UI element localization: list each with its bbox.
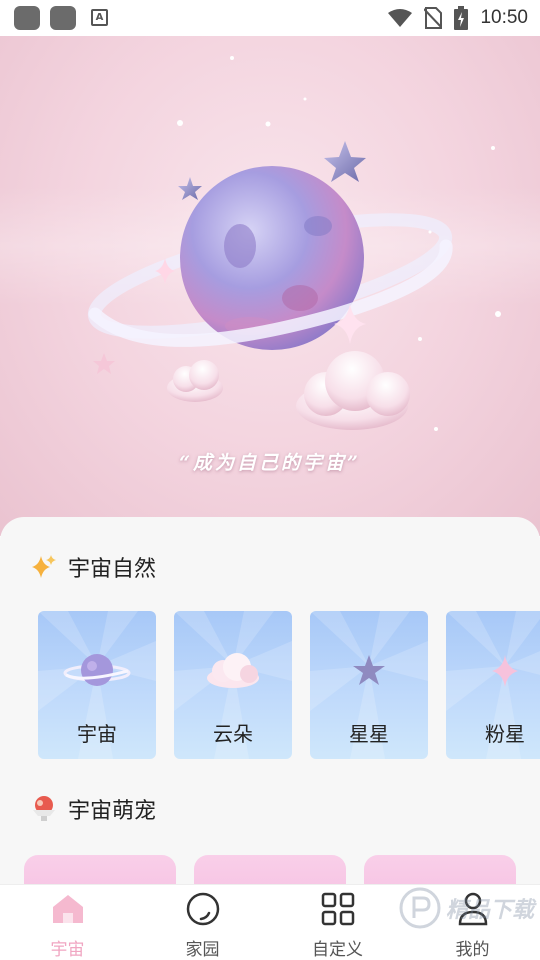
app-notification-icon <box>14 6 40 30</box>
card-cloud[interactable]: 云朵 <box>174 611 292 759</box>
tab-profile[interactable]: 我的 <box>405 885 540 960</box>
sparkle-icon <box>32 555 56 578</box>
card-label: 粉星 <box>485 722 525 746</box>
card-universe[interactable]: 宇宙 <box>38 611 156 759</box>
nature-cards-row: 宇宙 云朵 星星 粉星 <box>38 611 540 759</box>
tab-label: 我的 <box>455 940 490 960</box>
wifi-icon <box>388 9 413 27</box>
star <box>324 141 366 182</box>
cloud-icon <box>207 653 259 688</box>
cloud <box>296 351 410 430</box>
card-star[interactable]: 星星 <box>310 611 428 759</box>
shaved-ice-icon <box>33 796 55 821</box>
tab-customize[interactable]: 自定义 <box>270 885 405 960</box>
tab-home[interactable]: 家园 <box>135 885 270 960</box>
pink-star <box>93 353 115 374</box>
planet-icon <box>63 654 131 686</box>
card-pink-star[interactable]: 粉星 <box>446 611 540 759</box>
grid-icon <box>321 892 354 926</box>
tab-label: 家园 <box>185 940 220 960</box>
section-title: 宇宙萌宠 <box>68 799 157 824</box>
no-sim-icon <box>424 7 443 29</box>
cloud <box>167 360 223 402</box>
hero-banner: “成为自己的宇宙” <box>0 36 540 536</box>
battery-icon <box>454 6 469 30</box>
status-bar: A 10:50 <box>0 0 540 36</box>
clock: 10:50 <box>480 7 528 28</box>
star-icon <box>353 655 385 685</box>
card-label: 宇宙 <box>77 722 117 746</box>
card-label: 星星 <box>349 722 389 746</box>
app-notification-icon <box>50 6 76 30</box>
section-header-nature: 宇宙自然 <box>30 551 156 583</box>
user-icon <box>458 892 487 926</box>
accessibility-notification-icon: A <box>91 9 108 26</box>
card-label: 云朵 <box>213 722 253 746</box>
bottom-tab-bar: 宇宙 家园 自定义 我的 <box>0 885 540 960</box>
tab-universe[interactable]: 宇宙 <box>0 885 135 960</box>
star <box>178 177 202 200</box>
circle-icon <box>186 892 219 926</box>
section-title: 宇宙自然 <box>68 557 157 582</box>
pink-sparkle-icon <box>492 655 518 687</box>
hero-quote: “成为自己的宇宙” <box>179 452 361 474</box>
section-header-pets: 宇宙萌宠 <box>30 793 156 825</box>
tab-label: 宇宙 <box>50 940 85 960</box>
home-icon <box>52 895 83 923</box>
tab-label: 自定义 <box>312 940 363 960</box>
